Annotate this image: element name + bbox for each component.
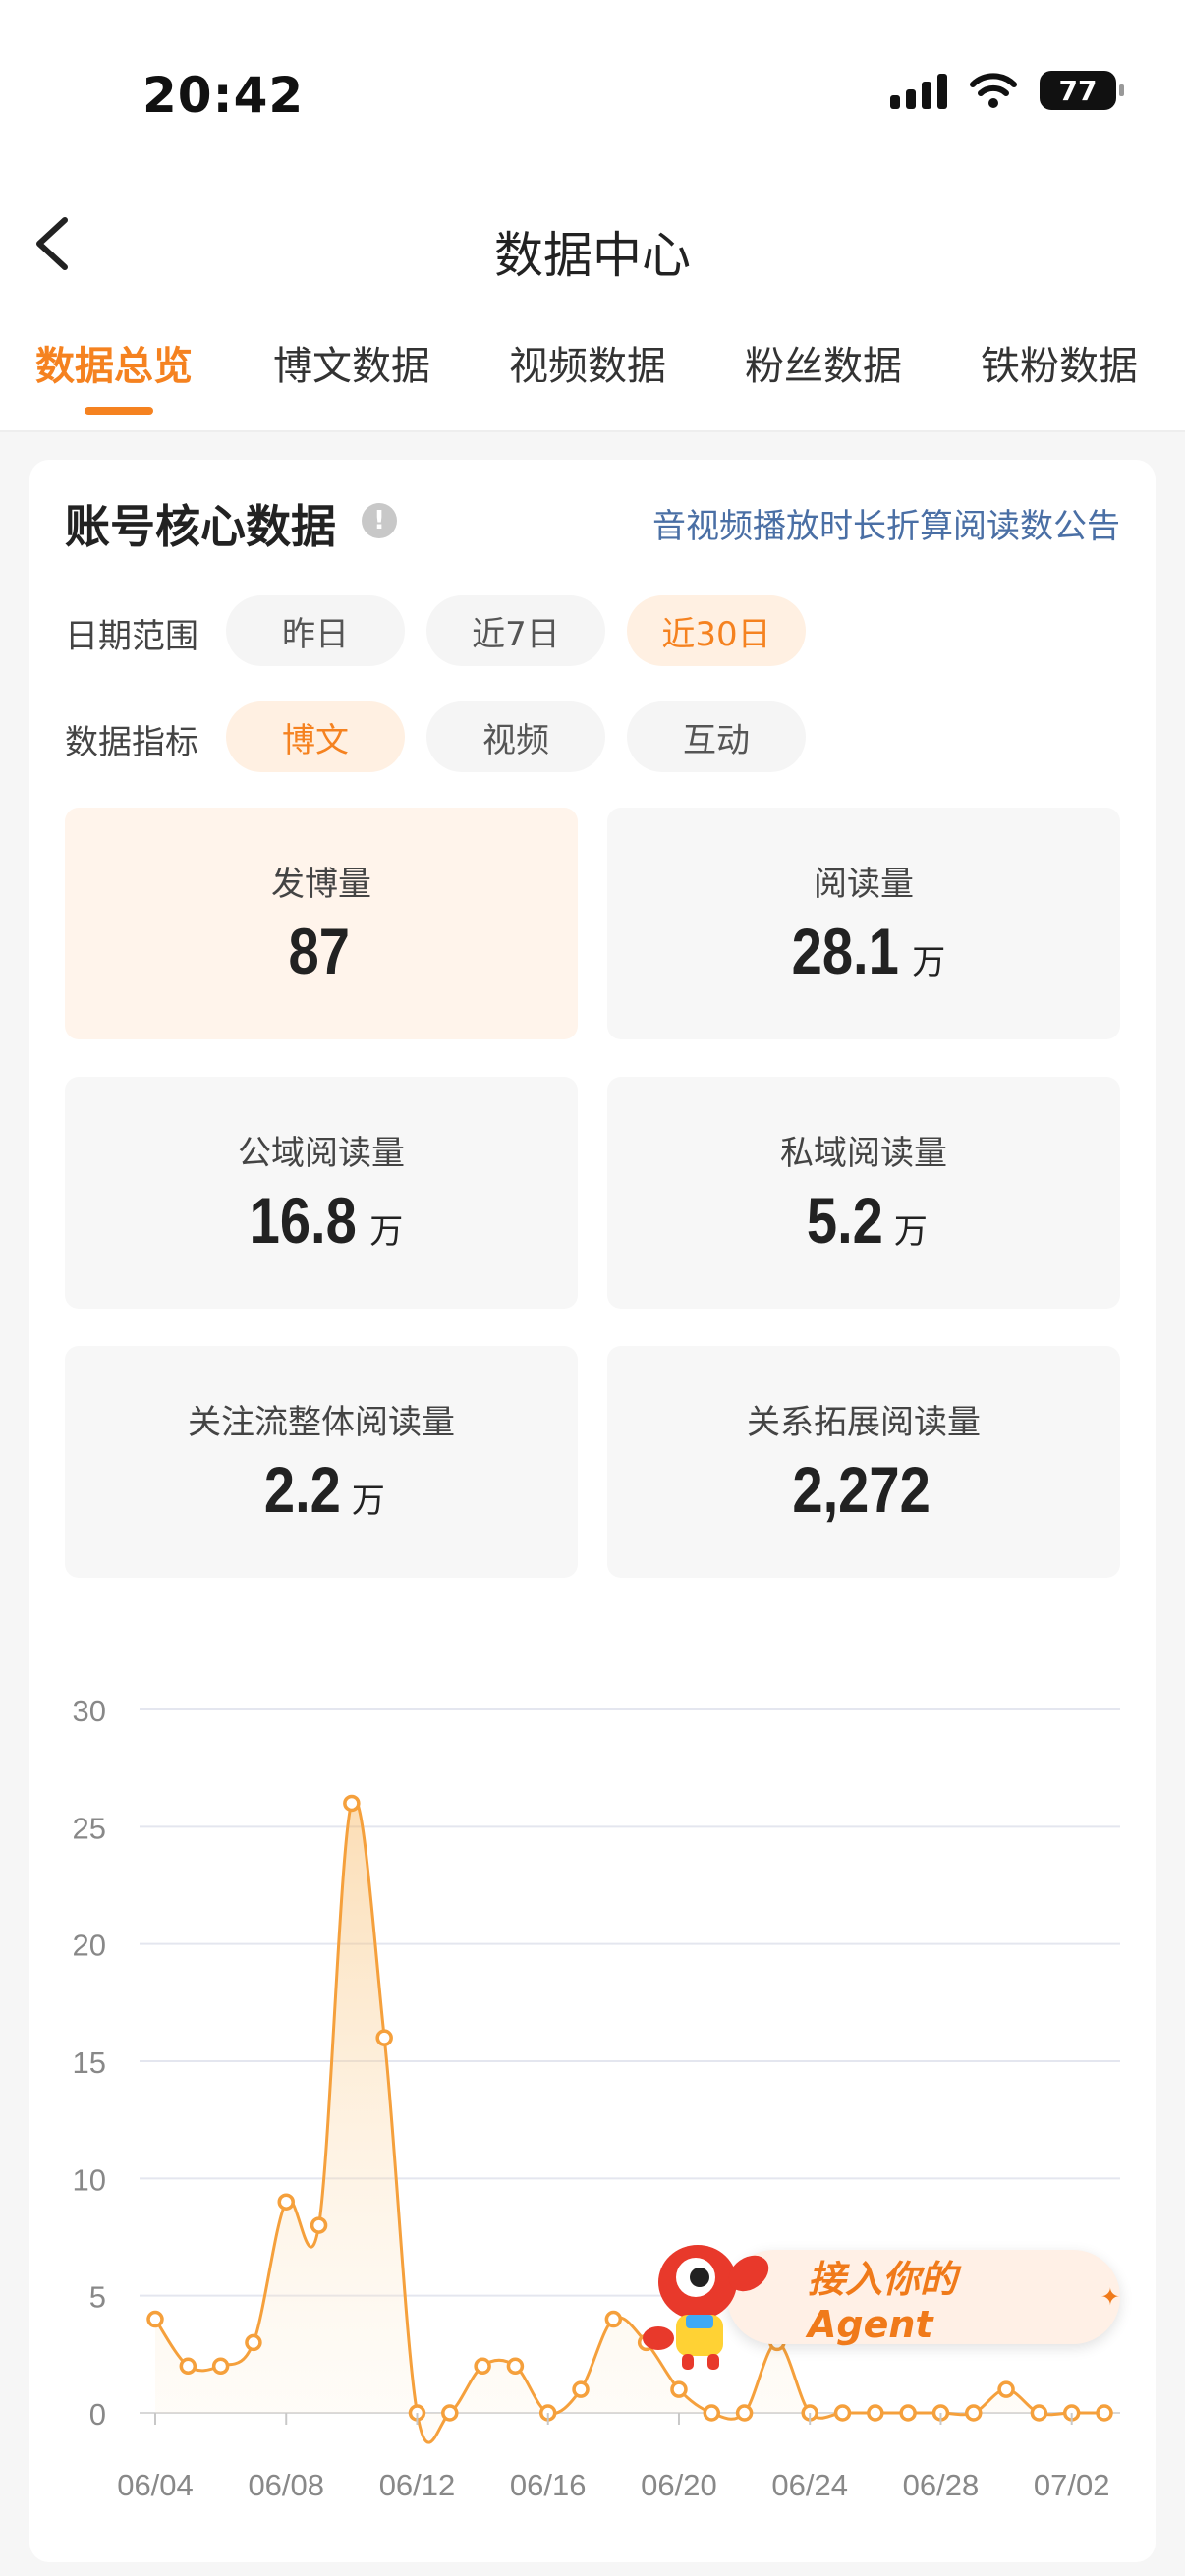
y-tick-label: 25 [73,1811,106,1845]
data-point [604,2310,623,2328]
y-tick-label: 30 [73,1694,106,1728]
data-point [343,1794,361,1813]
data-point [211,2357,230,2376]
data-point [310,2216,328,2234]
data-point [833,2404,852,2422]
y-tick-label: 20 [73,1929,106,1963]
agent-floating-button[interactable]: 接入你的 Agent ✦ [629,2228,1120,2370]
data-point [474,2357,491,2376]
x-tick-label: 06/20 [641,2468,717,2502]
data-point [997,2380,1015,2398]
agent-button-text: 接入你的 Agent [808,2257,958,2346]
data-point [572,2380,590,2398]
y-tick-label: 0 [89,2397,106,2432]
data-point [735,2404,754,2422]
x-tick-label: 06/16 [510,2468,587,2502]
y-tick-label: 15 [73,2045,106,2080]
y-tick-label: 10 [73,2162,106,2197]
agent-button-label[interactable]: 接入你的 Agent ✦ [727,2250,1120,2346]
data-point [375,2029,393,2046]
x-tick-label: 06/24 [771,2468,848,2502]
data-point [1030,2404,1048,2422]
sparkle-icon: ✦ [1100,2283,1120,2311]
data-point [146,2310,164,2328]
data-point [965,2404,983,2422]
x-tick-label: 06/12 [379,2468,456,2502]
data-point [506,2357,525,2376]
data-point [899,2404,917,2422]
data-point [703,2404,721,2422]
data-point [277,2193,295,2211]
data-point [867,2404,884,2422]
posts-trend-chart: 0 5 10 15 20 25 30 06/04 06/08 06/12 06/16 06/20 06/… [73,1694,1120,2502]
data-point [1096,2404,1113,2422]
data-point [670,2380,688,2398]
data-point [245,2333,262,2352]
data-point [179,2357,198,2376]
x-tick-label: 06/28 [903,2468,980,2502]
data-point [441,2404,459,2422]
x-tick-label: 07/02 [1034,2468,1110,2502]
x-tick-label: 06/04 [117,2468,194,2502]
x-tick-label: 06/08 [248,2468,324,2502]
y-tick-label: 5 [89,2280,106,2315]
mascot-icon [643,2245,769,2370]
